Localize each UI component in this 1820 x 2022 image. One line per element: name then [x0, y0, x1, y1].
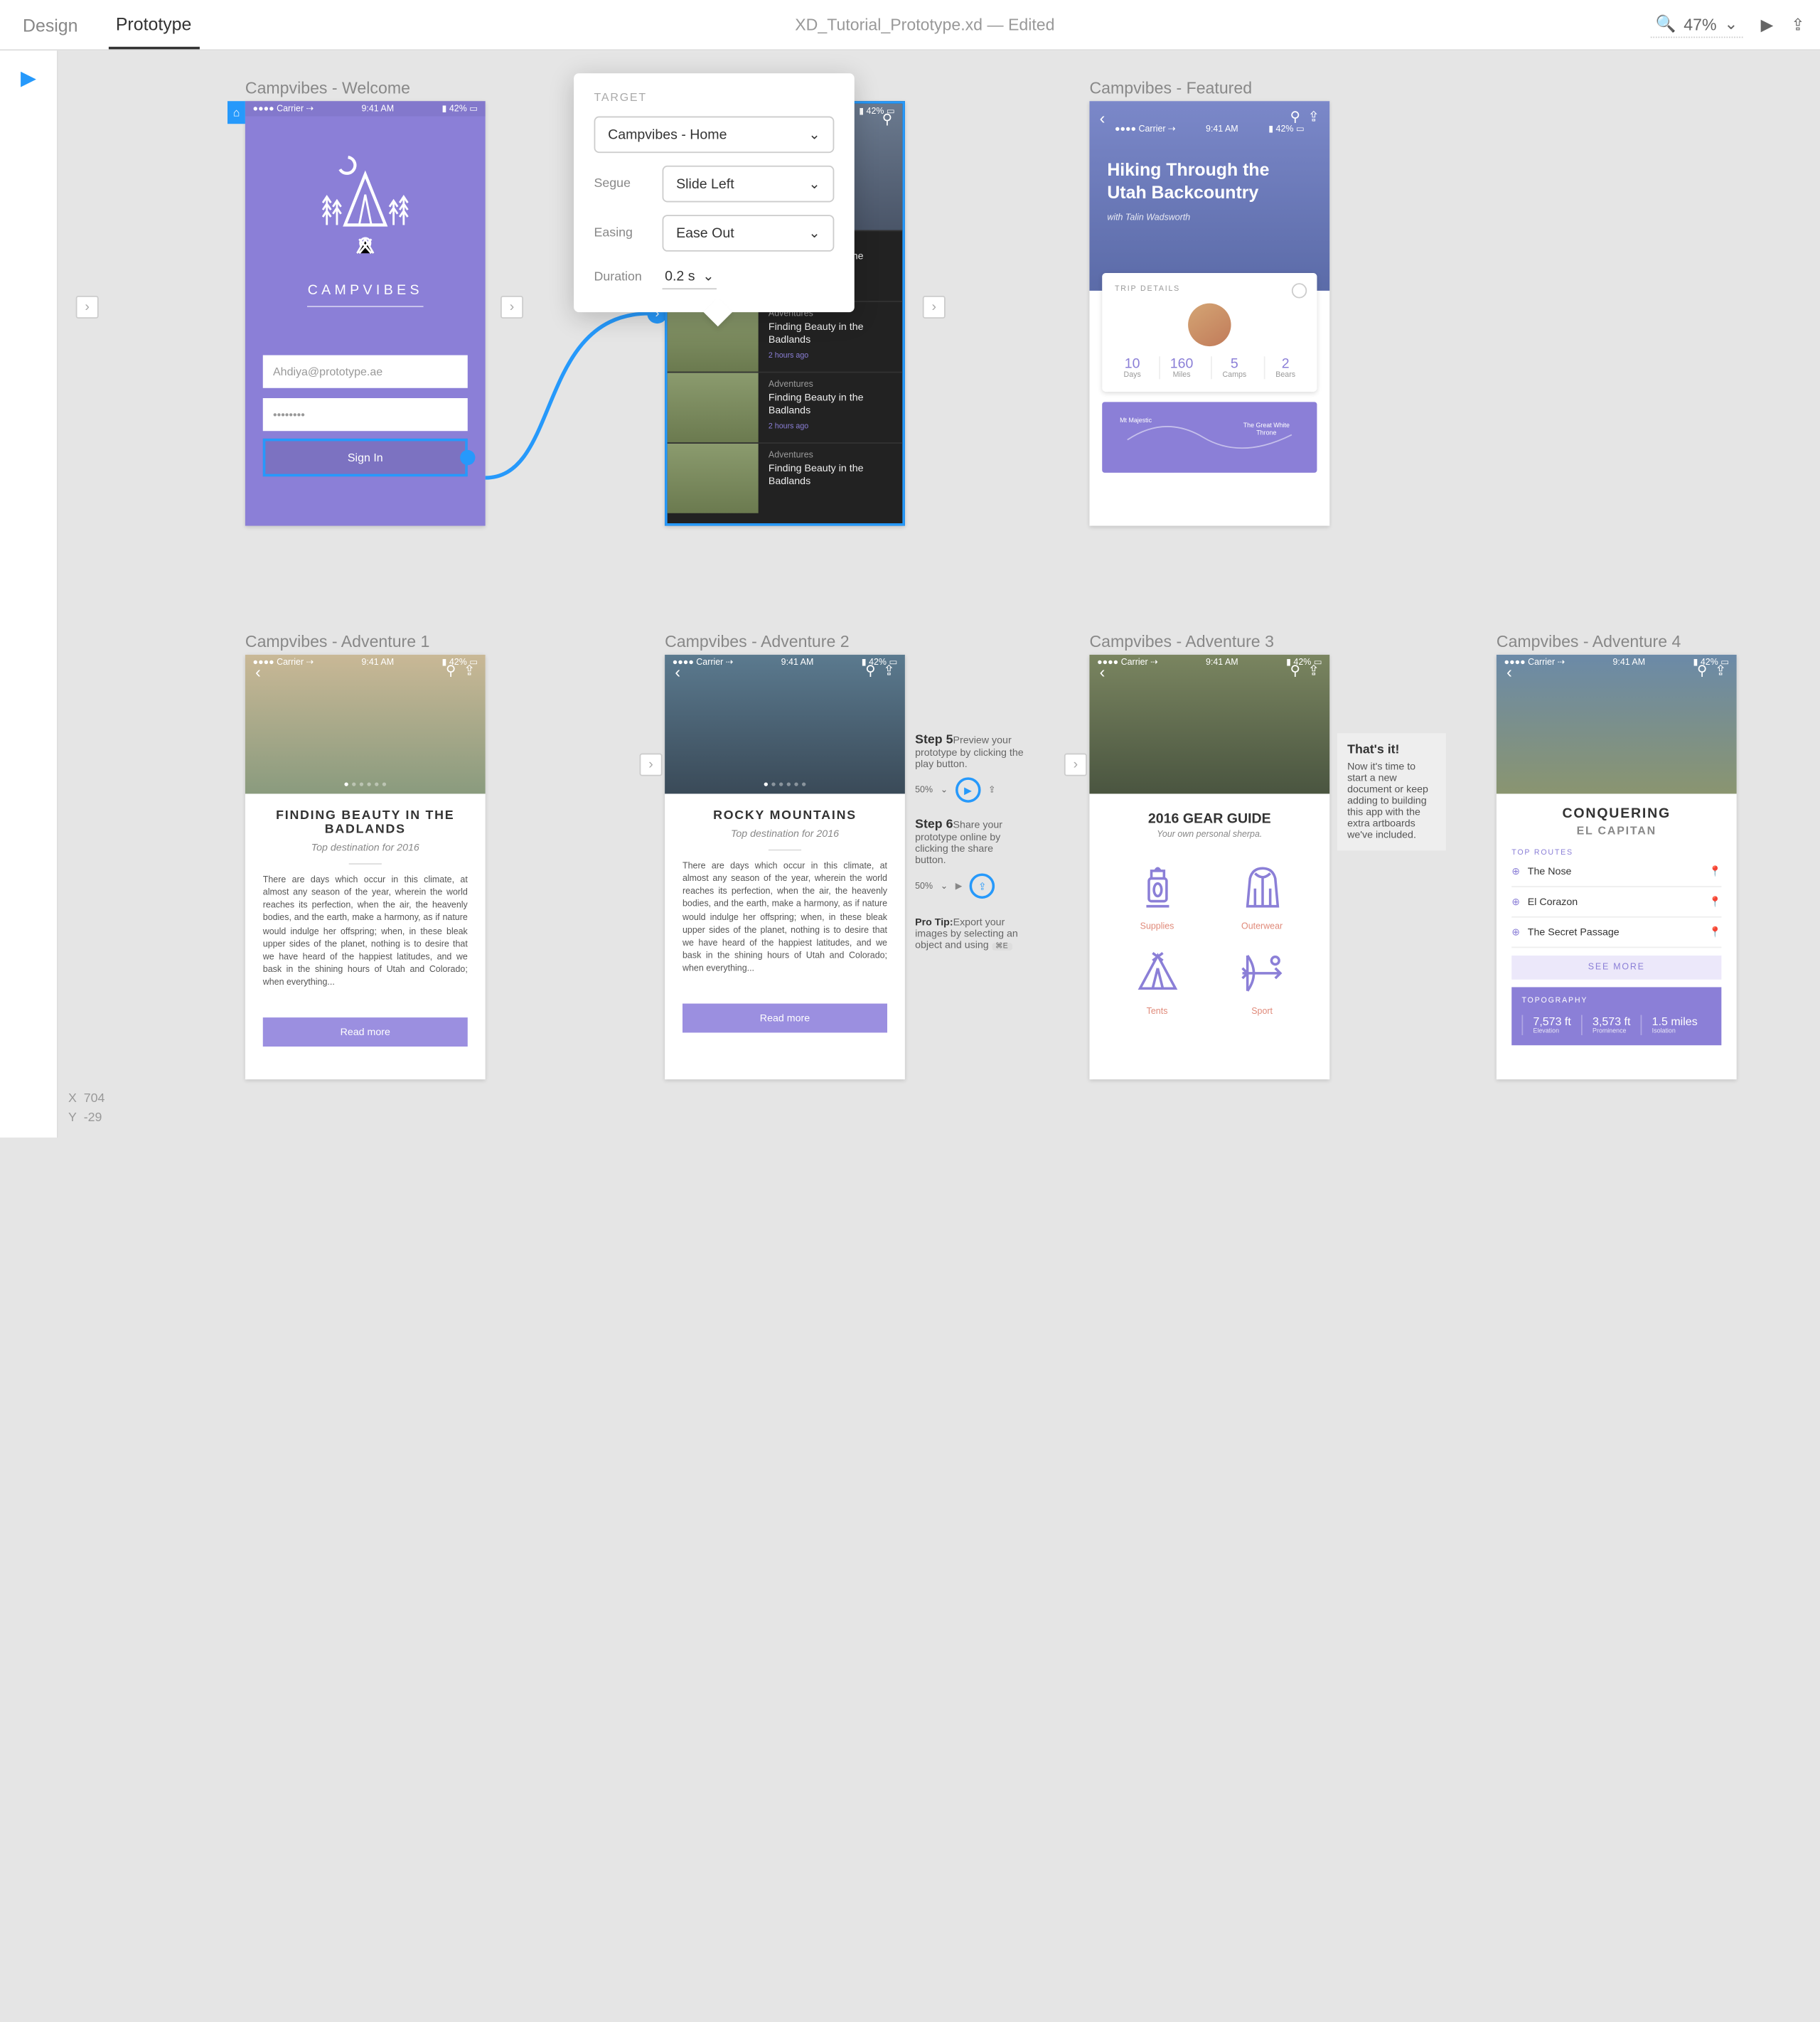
back-icon[interactable]: ‹	[1100, 109, 1106, 128]
back-icon[interactable]: ‹	[1100, 663, 1106, 682]
navigate-next-icon[interactable]: ›	[76, 296, 99, 319]
artboard-adventure-2[interactable]: ●●●● Carrier ⇢9:41 AM▮ 42% ▭ ‹ ⚲⇪ ROCKY …	[665, 655, 905, 1079]
route-item[interactable]: ⊕El Corazon📍	[1511, 887, 1721, 918]
archery-icon	[1212, 939, 1312, 1007]
lantern-icon	[1107, 855, 1206, 923]
chevron-down-icon: ⌄	[808, 225, 820, 241]
artboard-adventure-1[interactable]: ●●●● Carrier ⇢9:41 AM▮ 42% ▭ ‹ ⚲⇪ FINDIN…	[245, 655, 486, 1079]
see-more-button[interactable]: SEE MORE	[1511, 956, 1721, 980]
easing-select[interactable]: Ease Out⌄	[663, 215, 835, 252]
wire-handle-icon[interactable]	[460, 450, 475, 465]
canvas[interactable]: Campvibes - Welcome Campvibes - Home Cam…	[58, 50, 1820, 1138]
share-icon[interactable]: ⇪	[1791, 14, 1804, 34]
jacket-icon	[1212, 855, 1312, 923]
navigate-next-icon[interactable]: ›	[923, 296, 946, 319]
chevron-down-icon: ⌄	[702, 268, 714, 284]
search-icon[interactable]: ⚲	[1697, 663, 1707, 679]
pin-icon: 📍	[1709, 896, 1722, 907]
avatar	[1188, 304, 1231, 346]
chevron-down-icon: ⌄	[808, 127, 820, 143]
artboard-adventure-3[interactable]: ●●●● Carrier ⇢9:41 AM▮ 42% ▭ ‹ ⚲⇪ 2016 G…	[1089, 655, 1329, 1079]
search-icon[interactable]: ⚲	[865, 663, 875, 679]
share-icon[interactable]: ⇪	[1308, 663, 1320, 679]
campvibes-logo-icon	[315, 151, 416, 278]
read-more-button[interactable]: Read more	[263, 1018, 468, 1047]
artboard-welcome[interactable]: ⌂ ●●●● Carrier ⇢9:41 AM▮ 42% ▭ CAMPVIBES…	[245, 101, 486, 525]
tab-prototype[interactable]: Prototype	[108, 1, 199, 49]
read-more-button[interactable]: Read more	[682, 1004, 887, 1033]
popover-header: TARGET	[594, 91, 835, 104]
artboard-adventure-4[interactable]: ●●●● Carrier ⇢9:41 AM▮ 42% ▭ ‹ ⚲⇪ CONQUE…	[1497, 655, 1737, 1079]
pin-icon: 📍	[1709, 866, 1722, 877]
navigate-next-icon[interactable]: ›	[500, 296, 523, 319]
target-select[interactable]: Campvibes - Home⌄	[594, 117, 835, 154]
list-item[interactable]: AdventuresFinding Beauty in the Badlands…	[668, 372, 903, 443]
topography-card: TOPOGRAPHY 7,573 ftElevation 3,573 ftPro…	[1511, 987, 1721, 1045]
document-title: XD_Tutorial_Prototype.xd — Edited	[222, 15, 1628, 34]
trip-details-card: TRIP DETAILS 10Days 160Miles 5Camps 2Bea…	[1102, 273, 1317, 392]
tent-icon	[1107, 939, 1206, 1007]
share-icon[interactable]: ⇪	[1308, 109, 1320, 125]
zoom-control[interactable]: 🔍 47% ⌄	[1651, 11, 1743, 38]
artboard-featured[interactable]: ●●●● Carrier ⇢9:41 AM▮ 42% ▭ ‹ ⚲⇪ Hiking…	[1089, 101, 1329, 525]
info-icon[interactable]	[1292, 283, 1307, 298]
map-band: Mt Majestic The Great White Throne	[1102, 402, 1317, 473]
navigate-next-icon[interactable]: ›	[1064, 754, 1087, 776]
cursor-coords: X 704 Y -29	[68, 1089, 105, 1127]
search-icon[interactable]: ⚲	[1290, 109, 1300, 125]
route-item[interactable]: ⊕The Secret Passage📍	[1511, 918, 1721, 948]
play-icon[interactable]: ▶	[1761, 14, 1774, 34]
tutorial-step-5: Step 5Preview your prototype by clicking…	[915, 733, 1024, 951]
artboard-label[interactable]: Campvibes - Adventure 1	[245, 632, 430, 651]
prototype-wire	[486, 314, 687, 491]
search-icon[interactable]: ⚲	[1290, 663, 1300, 679]
search-icon: 🔍	[1656, 14, 1676, 34]
tool-sidebar: ▶	[0, 50, 58, 1138]
segue-select[interactable]: Slide Left⌄	[663, 166, 835, 203]
artboard-label[interactable]: Campvibes - Adventure 3	[1089, 632, 1274, 651]
search-icon[interactable]: ⚲	[446, 663, 456, 679]
duration-select[interactable]: 0.2 s⌄	[663, 264, 717, 290]
plus-icon: ⊕	[1511, 896, 1520, 907]
share-icon[interactable]: ⇪	[883, 663, 894, 679]
signin-button[interactable]: Sign In	[263, 439, 468, 476]
chevron-down-icon: ⌄	[808, 176, 820, 192]
artboard-label[interactable]: Campvibes - Adventure 4	[1497, 632, 1681, 651]
top-toolbar: Design Prototype XD_Tutorial_Prototype.x…	[0, 0, 1820, 50]
home-start-icon[interactable]: ⌂	[228, 101, 245, 124]
play-icon[interactable]: ▶	[956, 777, 981, 803]
prototype-settings-popover: TARGET Campvibes - Home⌄ SegueSlide Left…	[574, 73, 855, 312]
route-item[interactable]: ⊕The Nose📍	[1511, 857, 1721, 887]
brand-name: CAMPVIBES	[308, 283, 423, 307]
share-icon[interactable]: ⇪	[464, 663, 475, 679]
artboard-label[interactable]: Campvibes - Welcome	[245, 78, 410, 97]
share-icon[interactable]: ⇪	[1715, 663, 1726, 679]
back-icon[interactable]: ‹	[675, 663, 680, 682]
hero-image: ●●●● Carrier ⇢9:41 AM▮ 42% ▭ ‹ ⚲⇪ Hiking…	[1089, 101, 1329, 291]
navigate-next-icon[interactable]: ›	[640, 754, 663, 776]
plus-icon: ⊕	[1511, 926, 1520, 938]
back-icon[interactable]: ‹	[255, 663, 261, 682]
pin-icon: 📍	[1709, 926, 1722, 938]
chevron-down-icon: ⌄	[1724, 14, 1738, 34]
plus-icon: ⊕	[1511, 866, 1520, 877]
tutorial-thats-it: That's it!Now it's time to start a new d…	[1337, 733, 1446, 850]
tab-design[interactable]: Design	[15, 2, 85, 48]
list-item[interactable]: AdventuresFinding Beauty in the Badlands	[668, 442, 903, 513]
password-field[interactable]: ••••••••	[263, 398, 468, 431]
email-field[interactable]: Ahdiya@prototype.ae	[263, 355, 468, 388]
artboard-label[interactable]: Campvibes - Featured	[1089, 78, 1252, 97]
share-icon: ⇪	[988, 785, 995, 795]
selection-tool-icon[interactable]: ▶	[21, 65, 36, 91]
artboard-label[interactable]: Campvibes - Adventure 2	[665, 632, 849, 651]
search-icon[interactable]: ⚲	[882, 112, 892, 127]
share-icon[interactable]: ⇪	[970, 873, 995, 899]
back-icon[interactable]: ‹	[1506, 663, 1512, 682]
